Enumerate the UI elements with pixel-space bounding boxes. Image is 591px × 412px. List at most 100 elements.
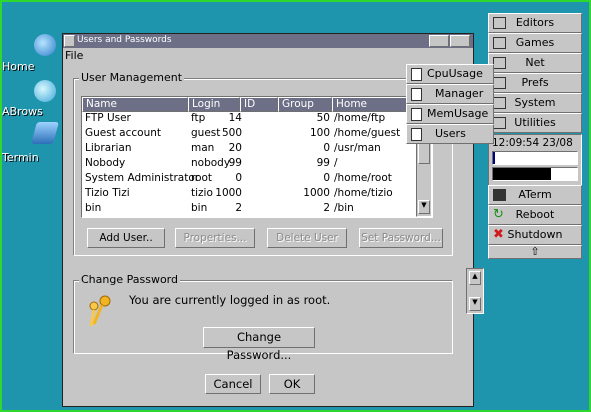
menu-file[interactable]: File — [65, 49, 83, 62]
chevron-up-icon: ⇧ — [530, 245, 540, 258]
abrowser-label[interactable]: ABrows — [2, 105, 43, 118]
table-cell: 99 — [228, 157, 242, 169]
table-cell: Guest account — [85, 127, 162, 139]
table-cell: man — [191, 142, 215, 154]
table-cell: 14 — [228, 112, 242, 124]
table-cell: guest — [191, 127, 221, 139]
col-header-home[interactable]: Home — [332, 97, 414, 112]
set-password-button[interactable]: Set Password... — [359, 228, 443, 248]
panel-collapse-button[interactable]: ⇧ — [488, 245, 582, 259]
properties-button[interactable]: Properties... — [175, 228, 255, 248]
panel-editors[interactable]: Editors — [488, 13, 582, 33]
reboot-button[interactable]: ↻ Reboot — [488, 205, 582, 225]
document-icon — [411, 128, 422, 141]
panel-net[interactable]: Net — [488, 53, 582, 73]
table-cell: 1000 — [215, 187, 242, 199]
panel-games[interactable]: Games — [488, 33, 582, 53]
table-cell: Librarian — [85, 142, 132, 154]
table-cell: tizio — [191, 187, 213, 199]
table-cell: /home/tizio — [334, 187, 393, 199]
document-icon — [411, 108, 422, 121]
table-cell: bin — [191, 202, 208, 214]
aterm-button[interactable]: ATerm — [488, 185, 582, 205]
folder-icon — [493, 77, 506, 89]
scroll-up-icon[interactable]: ▲ — [469, 271, 481, 285]
shutdown-button[interactable]: ✖ Shutdown — [488, 225, 582, 245]
table-cell: ftp — [191, 112, 206, 124]
table-cell: /home/guest — [334, 127, 401, 139]
folder-icon — [493, 117, 506, 129]
table-row[interactable]: Tizio Tizi tizio 1000 1000/home/tizio — [82, 186, 432, 201]
table-cell: 0 — [235, 172, 242, 184]
window-titlebar[interactable]: Users and Passwords — [63, 34, 473, 48]
clock-text: 12:09:54 23/08 — [492, 137, 573, 149]
folder-icon — [493, 57, 506, 69]
submenu-users[interactable]: Users — [406, 124, 494, 144]
shade-icon[interactable] — [450, 35, 470, 47]
submenu-cpuusage[interactable]: CpuUsage — [406, 64, 494, 84]
users-table[interactable]: Name Login ID Group Home FTP User ftp 14 50… — [81, 96, 433, 218]
table-row[interactable]: FTP User ftp 14 50/home/ftp — [82, 111, 432, 126]
abrowser-icon[interactable] — [30, 80, 60, 102]
delete-user-button[interactable]: Delete User — [267, 228, 347, 248]
home-label[interactable]: Home — [2, 60, 34, 73]
table-cell: 0 — [323, 172, 330, 184]
table-row[interactable]: System Administrator root 0 0/home/root — [82, 171, 432, 186]
table-cell: /usr/man — [334, 142, 381, 154]
col-header-id[interactable]: ID — [240, 97, 278, 112]
background-scrollbar[interactable]: ▲ ▼ — [466, 268, 484, 314]
user-management-legend: User Management — [79, 71, 185, 84]
table-row[interactable]: Nobody nobody 99 99/ — [82, 156, 432, 171]
table-cell: /bin — [334, 202, 354, 214]
table-cell: 1000 — [303, 187, 330, 199]
change-password-legend: Change Password — [79, 273, 180, 286]
table-cell: FTP User — [85, 112, 131, 124]
folder-icon — [493, 37, 506, 49]
ok-button[interactable]: OK — [269, 374, 315, 394]
add-user-button[interactable]: Add User.. — [87, 228, 165, 248]
table-row[interactable]: Guest account guest 500 100/home/guest — [82, 126, 432, 141]
home-icon[interactable] — [30, 34, 60, 56]
table-cell: Tizio Tizi — [85, 187, 130, 199]
table-cell: nobody — [191, 157, 231, 169]
table-cell: / — [334, 157, 338, 169]
table-cell: bin — [85, 202, 102, 214]
keys-icon — [85, 294, 115, 330]
document-icon — [411, 68, 422, 81]
folder-icon — [493, 17, 506, 29]
submenu-memusage[interactable]: MemUsage — [406, 104, 494, 124]
shutdown-icon: ✖ — [493, 227, 504, 242]
terminal-small-icon — [493, 189, 506, 201]
terminal-icon[interactable] — [30, 122, 60, 144]
table-cell: 99 — [316, 157, 330, 169]
window-title: Users and Passwords — [77, 35, 172, 45]
folder-icon — [493, 97, 506, 109]
panel-prefs[interactable]: Prefs — [488, 73, 582, 93]
table-cell: 2 — [323, 202, 330, 214]
maximize-icon[interactable] — [429, 35, 449, 47]
table-row[interactable]: bin bin 2 2/bin — [82, 201, 432, 216]
cpu-meter — [492, 151, 578, 165]
table-cell: 100 — [309, 127, 330, 139]
col-header-group[interactable]: Group — [278, 97, 332, 112]
logged-in-message: You are currently logged in as root. — [129, 293, 331, 307]
table-cell: /home/root — [334, 172, 392, 184]
col-header-login[interactable]: Login — [188, 97, 240, 112]
scroll-down-icon[interactable]: ▼ — [418, 200, 430, 214]
panel-utilities[interactable]: Utilities — [488, 113, 582, 133]
submenu-manager[interactable]: Manager — [406, 84, 494, 104]
mem-meter — [492, 167, 578, 181]
terminal-label[interactable]: Termin — [2, 151, 39, 164]
table-cell: /home/ftp — [334, 112, 386, 124]
table-cell: Nobody — [85, 157, 126, 169]
window-menu-icon[interactable] — [64, 35, 75, 47]
col-header-name[interactable]: Name — [82, 97, 188, 112]
table-cell: 500 — [221, 127, 242, 139]
reboot-icon: ↻ — [493, 207, 504, 222]
scroll-down-icon-2[interactable]: ▼ — [469, 297, 481, 311]
panel-system[interactable]: System — [488, 93, 582, 113]
change-password-button[interactable]: Change Password... — [203, 327, 315, 362]
cancel-button[interactable]: Cancel — [205, 374, 261, 394]
table-cell: 0 — [323, 142, 330, 154]
table-row[interactable]: Librarian man 20 0/usr/man — [82, 141, 432, 156]
